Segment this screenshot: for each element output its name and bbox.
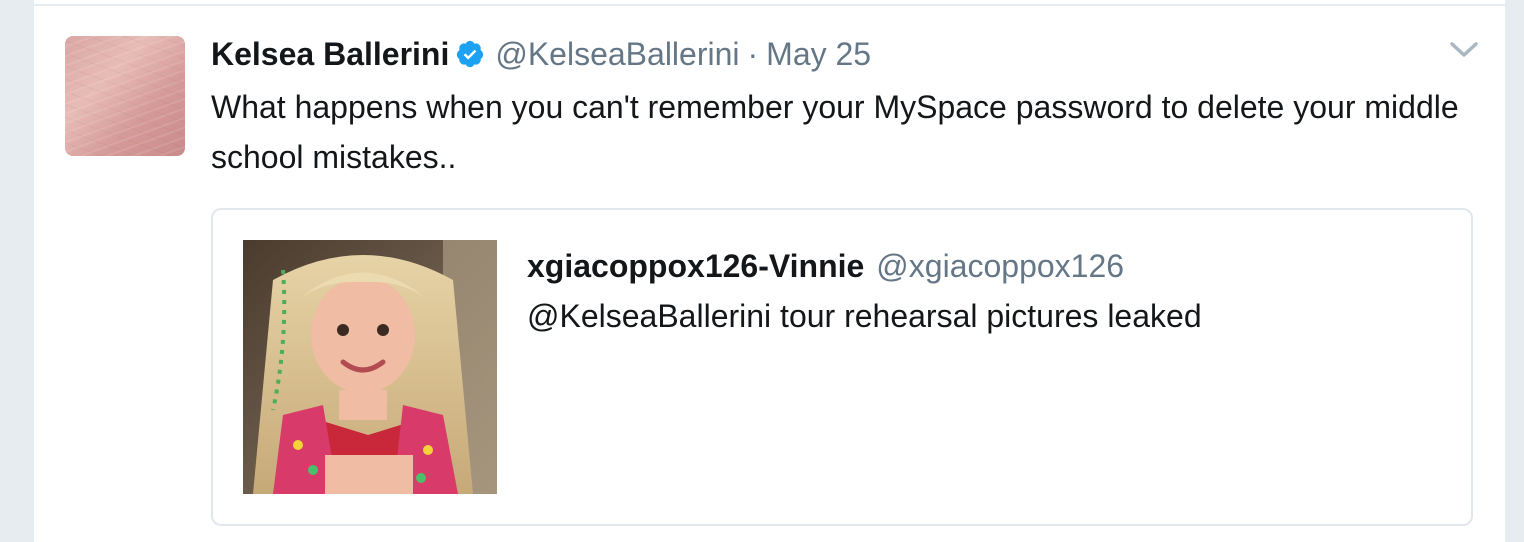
quoted-tweet-image[interactable] — [243, 240, 497, 494]
tweet-header: Kelsea Ballerini @KelseaBallerini · May … — [211, 32, 871, 76]
author-handle[interactable]: @KelseaBallerini — [495, 36, 739, 73]
quoted-tweet-header: xgiacoppox126-Vinnie @xgiacoppox126 — [527, 244, 1124, 288]
quoted-author-handle[interactable]: @xgiacoppox126 — [876, 248, 1124, 285]
avatar[interactable] — [65, 36, 185, 156]
quoted-tweet-card[interactable]: xgiacoppox126-Vinnie @xgiacoppox126 @Kel… — [211, 208, 1473, 526]
author-name[interactable]: Kelsea Ballerini — [211, 36, 449, 73]
tweet-text: What happens when you can't remember you… — [211, 89, 1459, 175]
chevron-down-icon[interactable] — [1449, 40, 1479, 60]
tweet-timestamp[interactable]: May 25 — [766, 36, 871, 73]
quoted-author-name[interactable]: xgiacoppox126-Vinnie — [527, 248, 864, 285]
verified-badge-icon — [455, 39, 485, 69]
quoted-tweet-text: @KelseaBallerini tour rehearsal pictures… — [527, 298, 1202, 334]
divider — [34, 4, 1505, 6]
separator-dot: · — [747, 35, 759, 72]
timeline-column: Kelsea Ballerini @KelseaBallerini · May … — [33, 0, 1506, 542]
